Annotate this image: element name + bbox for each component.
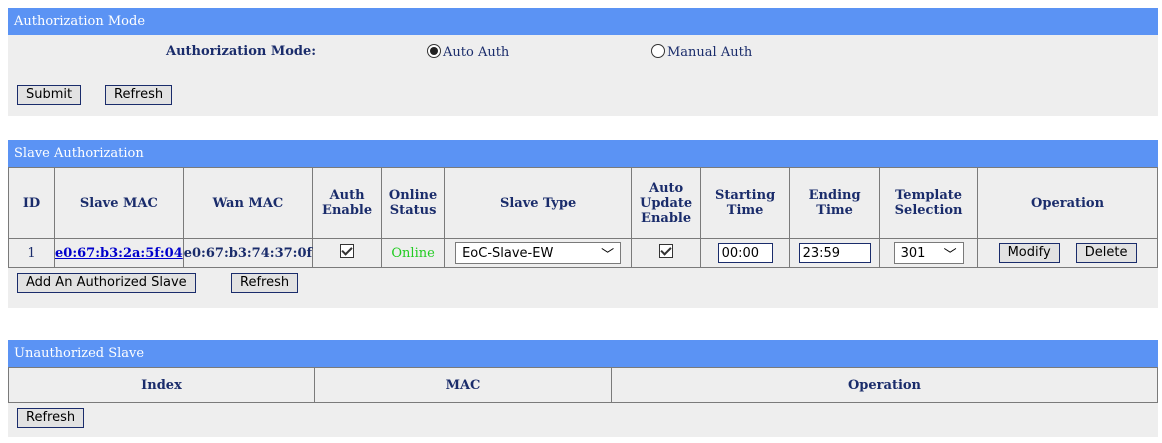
auth-mode-refresh-button[interactable]: Refresh xyxy=(105,85,173,105)
online-status: Online xyxy=(381,238,446,268)
authorization-mode-section: Authorization Mode Authorization Mode: A… xyxy=(8,8,1158,116)
auth-enable-cell xyxy=(312,238,383,268)
slave-authorization-actions: Add An Authorized Slave Refresh xyxy=(8,268,1158,308)
template-cell: 301 ﹀ xyxy=(879,238,979,268)
auth-enable-checkbox[interactable] xyxy=(340,244,355,258)
start-time-cell: 00:00 xyxy=(700,238,791,268)
slave-type-cell: EoC-Slave-EW ﹀ xyxy=(444,238,633,268)
auto-update-cell xyxy=(631,238,702,268)
authorization-mode-header: Authorization Mode xyxy=(8,8,1158,35)
modify-button[interactable]: Modify xyxy=(998,243,1060,263)
add-authorized-slave-button[interactable]: Add An Authorized Slave xyxy=(17,273,196,293)
col-auto-update: Auto Update Enable xyxy=(631,167,702,239)
manual-auth-label: Manual Auth xyxy=(667,45,753,60)
slave-authorization-table: ID Slave MAC Wan MAC Auth Enable Online … xyxy=(8,167,1158,268)
unauthorized-slave-header: Unauthorized Slave xyxy=(8,340,1158,367)
col-starting-time: Starting Time xyxy=(700,167,791,239)
authorization-mode-label: Authorization Mode: xyxy=(166,44,317,59)
manual-auth-radio[interactable] xyxy=(651,44,665,58)
slave-refresh-button[interactable]: Refresh xyxy=(231,273,299,293)
end-time-cell: 23:59 xyxy=(789,238,881,268)
template-value: 301 xyxy=(900,245,926,261)
auto-auth-option[interactable]: Auto Auth xyxy=(427,44,509,60)
slave-id: 1 xyxy=(8,238,55,268)
slave-authorization-section: Slave Authorization ID Slave MAC Wan MAC… xyxy=(8,140,1158,308)
end-time-input[interactable]: 23:59 xyxy=(798,243,871,263)
start-time-input[interactable]: 00:00 xyxy=(717,243,773,263)
template-select[interactable]: 301 ﹀ xyxy=(893,242,964,264)
col-slave-mac: Slave MAC xyxy=(54,167,184,239)
slave-type-select[interactable]: EoC-Slave-EW ﹀ xyxy=(455,242,622,264)
chevron-down-icon: ﹀ xyxy=(943,247,957,263)
col-unauth-operation: Operation xyxy=(611,367,1158,403)
unauth-refresh-button[interactable]: Refresh xyxy=(17,408,85,428)
col-online-status: Online Status xyxy=(381,167,446,239)
unauthorized-slave-actions: Refresh xyxy=(8,403,1158,437)
col-mac: MAC xyxy=(314,367,612,403)
slave-authorization-header: Slave Authorization xyxy=(8,140,1158,167)
auto-update-checkbox[interactable] xyxy=(659,244,674,258)
col-slave-type: Slave Type xyxy=(444,167,633,239)
col-template-selection: Template Selection xyxy=(879,167,979,239)
col-auth-enable: Auth Enable xyxy=(312,167,383,239)
col-index: Index xyxy=(8,367,315,403)
operation-cell: Modify Delete xyxy=(977,238,1158,268)
unauthorized-slave-section: Unauthorized Slave Index MAC Operation R… xyxy=(8,340,1158,437)
chevron-down-icon: ﹀ xyxy=(601,247,615,263)
authorization-mode-panel: Authorization Mode: Auto Auth Manual Aut… xyxy=(8,35,1158,116)
col-wan-mac: Wan MAC xyxy=(182,167,314,239)
submit-button[interactable]: Submit xyxy=(17,85,82,105)
wan-mac: e0:67:b3:74:37:0f xyxy=(182,238,314,268)
slave-table-header-row: ID Slave MAC Wan MAC Auth Enable Online … xyxy=(8,167,1158,239)
col-id: ID xyxy=(8,167,55,239)
slave-mac-link[interactable]: e0:67:b3:2a:5f:04 xyxy=(55,246,183,261)
auto-auth-label: Auto Auth xyxy=(443,45,510,60)
col-ending-time: Ending Time xyxy=(789,167,881,239)
table-row: 1 e0:67:b3:2a:5f:04 e0:67:b3:74:37:0f On… xyxy=(8,238,1158,268)
slave-mac-cell: e0:67:b3:2a:5f:04 xyxy=(54,238,184,268)
unauth-table-header-row: Index MAC Operation xyxy=(8,367,1158,403)
slave-type-value: EoC-Slave-EW xyxy=(462,245,554,261)
delete-button[interactable]: Delete xyxy=(1075,243,1137,263)
auto-auth-radio[interactable] xyxy=(427,44,441,58)
col-operation: Operation xyxy=(977,167,1158,239)
unauthorized-slave-table: Index MAC Operation xyxy=(8,367,1158,403)
manual-auth-option[interactable]: Manual Auth xyxy=(651,44,752,60)
